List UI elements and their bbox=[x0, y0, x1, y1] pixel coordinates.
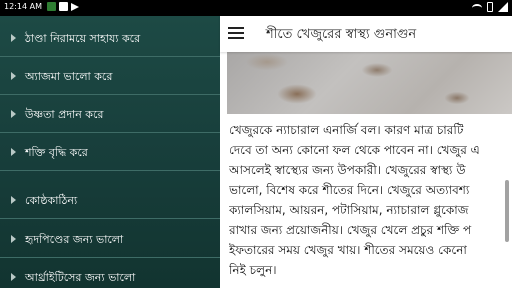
drawer-item-asthma[interactable]: অ্যাজমা ভালো করে bbox=[0, 58, 220, 95]
article-line: নিই চলুন। bbox=[229, 263, 277, 277]
article-line: রাখার জন্য প্রয়োজনীয়। খেজুর খেলে প্রচু… bbox=[229, 223, 472, 237]
chevron-right-icon bbox=[11, 34, 16, 42]
status-right bbox=[472, 2, 508, 12]
chevron-right-icon bbox=[11, 110, 16, 118]
drawer-item-cold-relief[interactable]: ঠাণ্ডা নিরাময়ে সাহায্য করে bbox=[0, 20, 220, 57]
battery-icon bbox=[487, 2, 493, 12]
drawer-item-arthritis[interactable]: আর্থ্রাইটিসের জন্য ভালো bbox=[0, 259, 220, 288]
drawer-item-warmth[interactable]: উষ্ণতা প্রদান করে bbox=[0, 96, 220, 133]
chevron-right-icon bbox=[11, 273, 16, 281]
cellular-signal-icon bbox=[498, 2, 508, 12]
wifi-icon bbox=[472, 3, 482, 12]
article-line: দেবে তা অন্য কোনো ফল থেকে পাবেন না। খেজু… bbox=[229, 143, 480, 157]
drawer-item-label: হৃদপিণ্ডের জন্য ভালো bbox=[25, 233, 124, 246]
page-title: শীতে খেজুরের স্বাস্থ্য গুনাগুন bbox=[266, 27, 417, 42]
drawer-item-label: উষ্ণতা প্রদান করে bbox=[25, 108, 104, 121]
app-toolbar: শীতে খেজুরের স্বাস্থ্য গুনাগুন bbox=[220, 16, 512, 52]
article-line: ভালো, বিশেষ করে শীতের দিনে। খেজুরে অত্যা… bbox=[229, 183, 470, 197]
shopping-bag-icon bbox=[58, 2, 68, 11]
chevron-right-icon bbox=[11, 148, 16, 156]
article-line: ক্যালসিয়াম, আয়রন, পটাসিয়াম, ন্যাচারাল… bbox=[229, 203, 469, 217]
status-left: 12:14 AM bbox=[4, 2, 79, 11]
article-body: খেজুরকে ন্যাচারাল এনার্জি বল। কারণ মাত্র… bbox=[229, 122, 512, 288]
dates-hero-image bbox=[227, 52, 512, 114]
navigation-drawer: ঠাণ্ডা নিরাময়ে সাহায্য করে অ্যাজমা ভালো… bbox=[0, 16, 220, 288]
status-time: 12:14 AM bbox=[4, 2, 42, 11]
hamburger-menu-icon[interactable] bbox=[228, 27, 244, 40]
drawer-item-heart[interactable]: হৃদপিণ্ডের জন্য ভালো bbox=[0, 221, 220, 258]
drawer-item-label: ঠাণ্ডা নিরাময়ে সাহায্য করে bbox=[25, 32, 141, 45]
drawer-item-label: কোষ্ঠকাঠিন্য bbox=[25, 194, 78, 207]
chevron-right-icon bbox=[11, 196, 16, 204]
drawer-item-energy[interactable]: শক্তি বৃদ্ধি করে bbox=[0, 134, 220, 171]
send-icon bbox=[70, 2, 79, 11]
drawer-item-label: অ্যাজমা ভালো করে bbox=[25, 70, 113, 83]
whatsapp-icon bbox=[46, 2, 56, 11]
drawer-item-label: শক্তি বৃদ্ধি করে bbox=[25, 146, 88, 159]
status-bar: 12:14 AM bbox=[0, 0, 512, 16]
article-line: আসলেই স্বাস্থ্যের জন্য উপকারী। খেজুরের স… bbox=[229, 163, 466, 177]
drawer-item-label: আর্থ্রাইটিসের জন্য ভালো bbox=[25, 271, 136, 284]
article-line: খেজুরকে ন্যাচারাল এনার্জি বল। কারণ মাত্র… bbox=[229, 123, 464, 137]
drawer-item-constipation[interactable]: কোষ্ঠকাঠিন্য bbox=[0, 182, 220, 219]
chevron-right-icon bbox=[11, 235, 16, 243]
chevron-right-icon bbox=[11, 72, 16, 80]
article-line: ইফতারের সময় খেজুর খায়। শীতের সময়েও কে… bbox=[229, 243, 467, 257]
scrollbar[interactable] bbox=[505, 180, 509, 242]
